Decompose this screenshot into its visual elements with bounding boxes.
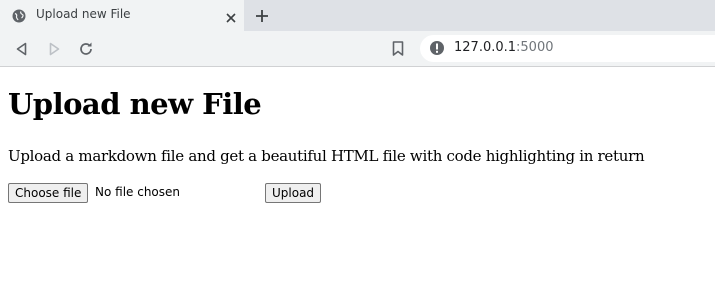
bookmark-icon[interactable] [390, 40, 406, 57]
address-bar[interactable]: 127.0.0.1:5000 [420, 35, 715, 62]
browser-window: Upload new File 127.0.0.1:5000 Upload ne… [0, 0, 715, 281]
url-text: 127.0.0.1:5000 [454, 40, 554, 55]
tab-title: Upload new File [36, 7, 131, 21]
url-port: :5000 [516, 40, 554, 55]
back-arrow-icon[interactable] [14, 41, 30, 57]
reload-icon[interactable] [78, 41, 94, 57]
page-title: Upload new File [8, 87, 262, 121]
globe-icon [12, 8, 26, 23]
plus-icon[interactable] [255, 8, 269, 22]
choose-file-button[interactable]: Choose file [8, 183, 89, 203]
upload-button[interactable]: Upload [265, 183, 322, 203]
close-icon[interactable] [225, 9, 237, 23]
toolbar: 127.0.0.1:5000 [0, 31, 715, 67]
file-status-text: No file chosen [95, 185, 181, 199]
url-host: 127.0.0.1 [454, 40, 517, 55]
page-content: Upload new File Upload a markdown file a… [0, 67, 715, 281]
forward-arrow-icon[interactable] [46, 41, 62, 57]
tab-upload-new-file[interactable]: Upload new File [0, 0, 244, 31]
tab-strip: Upload new File [0, 0, 715, 31]
page-description: Upload a markdown file and get a beautif… [8, 147, 645, 165]
info-icon[interactable] [429, 40, 445, 56]
